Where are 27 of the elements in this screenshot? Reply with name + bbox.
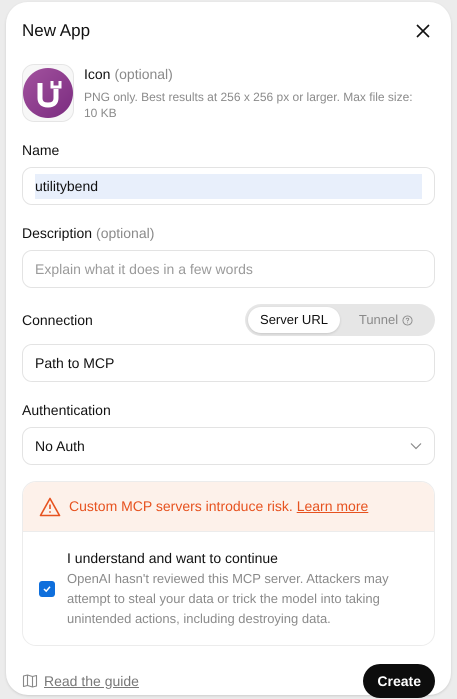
read-guide-link[interactable]: Read the guide (44, 670, 139, 692)
field-label: Authentication (22, 401, 111, 420)
dialog-title: New App (22, 20, 90, 42)
app-icon[interactable] (22, 64, 74, 122)
field-label: Description (22, 224, 92, 243)
consent-description: OpenAI hasn't reviewed this MCP server. Attackers may attempt to steal your data or trick the model into taking unintended actions, including destroying data. (67, 570, 390, 628)
optional-note: (optional) (96, 224, 154, 243)
warning-text: Custom MCP servers introduce risk. Learn more (69, 497, 368, 516)
toggle-option[interactable]: Server URL (248, 307, 340, 333)
consent-checkbox[interactable] (39, 580, 55, 596)
server-url-field[interactable]: Path to MCP (22, 344, 435, 382)
chevron-down-icon (410, 442, 422, 450)
consent-title: I understand and want to continue (67, 549, 279, 568)
warning-icon (39, 496, 61, 516)
create-button[interactable]: Create (363, 664, 435, 698)
field-label: Connection (22, 310, 93, 330)
authentication-select[interactable]: No Auth (22, 427, 435, 465)
checkmark-icon (42, 584, 52, 594)
field-label: Name (22, 141, 60, 160)
name-field[interactable]: utilitybend (22, 167, 435, 205)
field-label: Icon (84, 65, 110, 84)
close-icon (416, 24, 430, 38)
optional-note: (optional) (114, 65, 173, 84)
icon-hint: PNG only. Best results at 256 x 256 px or larger. Max file size: 10 KB (84, 89, 414, 121)
book-icon (22, 673, 38, 689)
name-value: utilitybend (35, 174, 422, 198)
description-field[interactable]: Explain what it does in a few words (22, 250, 435, 288)
